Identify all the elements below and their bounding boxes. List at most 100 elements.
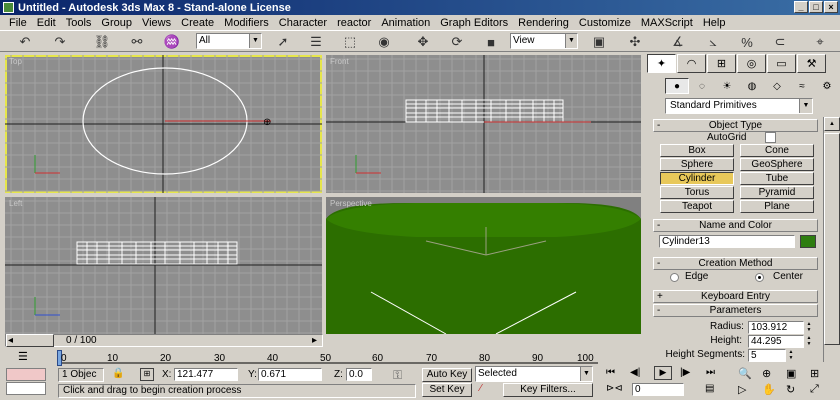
scroll-thumb[interactable] (824, 133, 840, 345)
geosphere-button[interactable]: GeoSphere (740, 158, 814, 171)
menu-graph-editors[interactable]: Graph Editors (435, 17, 513, 29)
pivot-center-icon[interactable]: ▣ (589, 33, 609, 51)
cameras-icon[interactable]: ◍ (740, 78, 764, 94)
menu-views[interactable]: Views (137, 17, 176, 29)
viewport-front[interactable]: Front (326, 55, 641, 193)
key-filters-button[interactable]: Key Filters... (503, 383, 593, 397)
menu-group[interactable]: Group (96, 17, 137, 29)
next-frame-button-icon[interactable]: |▶ (680, 367, 690, 378)
viewport-label[interactable]: Front (330, 57, 349, 66)
viewport-label[interactable]: Left (9, 199, 22, 208)
display-tab-icon[interactable]: ▭ (767, 54, 796, 73)
plane-button[interactable]: Plane (740, 200, 814, 213)
radius-field[interactable]: 103.912 (748, 321, 804, 334)
menu-modifiers[interactable]: Modifiers (219, 17, 274, 29)
teapot-button[interactable]: Teapot (660, 200, 734, 213)
menu-create[interactable]: Create (176, 17, 219, 29)
viewport-perspective[interactable]: Perspective (326, 197, 641, 334)
menu-reactor[interactable]: reactor (332, 17, 376, 29)
arc-rotate-icon[interactable]: ↻ (786, 383, 795, 396)
object-name-field[interactable]: Cylinder13 (659, 235, 795, 248)
field-of-view-icon[interactable]: ▷ (738, 383, 746, 396)
previous-frame-icon[interactable]: ◀| (630, 367, 640, 378)
zoom-all-icon[interactable]: ⊕ (762, 367, 771, 380)
absolute-mode-icon[interactable]: ⊞ (140, 368, 154, 381)
radius-spinner-icon[interactable]: ▲ ▼ (805, 321, 813, 334)
box-button[interactable]: Box (660, 144, 734, 157)
maximize-viewport-icon[interactable]: ⤢ (810, 383, 819, 396)
lights-icon[interactable]: ☀ (715, 78, 739, 94)
snaps-toggle-icon[interactable]: ∡ (668, 33, 688, 51)
time-configuration-icon[interactable]: ▤ (705, 383, 714, 394)
systems-icon[interactable]: ⚙ (815, 78, 839, 94)
z-coordinate-field[interactable]: 0.0 (346, 368, 372, 381)
select-and-move-icon[interactable]: ✥ (413, 33, 433, 51)
selection-filter-dropdown[interactable]: All ▼ (196, 33, 262, 49)
redo-icon[interactable]: ↷ (50, 33, 70, 51)
spinner-snap-icon[interactable]: ⊂ (770, 33, 790, 51)
select-and-scale-icon[interactable]: ■ (481, 33, 501, 51)
command-panel-scrollbar[interactable]: ▲ (823, 117, 840, 362)
time-slider-knob[interactable] (6, 334, 54, 347)
rect-selection-region-icon[interactable]: ⬚ (340, 33, 360, 51)
play-icon[interactable]: ▶ (654, 366, 672, 380)
named-selection-icon[interactable]: ⌖ (810, 33, 830, 51)
prev-frame-icon[interactable]: ◂ (8, 335, 13, 346)
menu-edit[interactable]: Edit (32, 17, 61, 29)
category-dropdown[interactable]: Standard Primitives ▼ (665, 98, 813, 114)
pyramid-button[interactable]: Pyramid (740, 186, 814, 199)
autogrid-checkbox[interactable] (765, 132, 776, 143)
viewport-label[interactable]: Top (9, 57, 22, 66)
motion-tab-icon[interactable]: ◎ (737, 54, 766, 73)
maxscript-listener[interactable] (6, 368, 46, 381)
tube-button[interactable]: Tube (740, 172, 814, 185)
select-and-manipulate-icon[interactable]: ✣ (625, 33, 645, 51)
utilities-tab-icon[interactable]: ⚒ (797, 54, 826, 73)
undo-icon[interactable]: ↶ (15, 33, 35, 51)
select-and-rotate-icon[interactable]: ⟳ (447, 33, 467, 51)
menu-character[interactable]: Character (274, 17, 332, 29)
close-button[interactable]: × (824, 1, 838, 13)
y-coordinate-field[interactable]: 0.671 (258, 368, 322, 381)
menu-help[interactable]: Help (698, 17, 731, 29)
creation-method-rollout[interactable]: - Creation Method (653, 257, 818, 270)
reference-coord-dropdown[interactable]: View ▼ (510, 33, 578, 49)
name-color-rollout[interactable]: - Name and Color (653, 219, 818, 232)
time-slider[interactable]: 0 / 100 ◂ ▸ (5, 334, 323, 347)
pan-icon[interactable]: ✋ (762, 383, 776, 396)
track-bar[interactable]: ☰ 0 10 20 30 40 50 60 70 80 90 100 (0, 348, 600, 368)
menu-maxscript[interactable]: MAXScript (636, 17, 698, 29)
shapes-icon[interactable]: ◌ (690, 78, 714, 94)
select-and-link-icon[interactable]: ⛓ (92, 33, 112, 51)
cylinder-button[interactable]: Cylinder (660, 172, 734, 185)
key-mode-toggle-icon[interactable]: ⊳⊲ (606, 383, 623, 394)
menu-tools[interactable]: Tools (61, 17, 97, 29)
x-coordinate-field[interactable]: 121.477 (174, 368, 238, 381)
bind-space-warp-icon[interactable]: ♒ (162, 33, 182, 51)
height-segments-field[interactable]: 5 (748, 349, 786, 362)
menu-customize[interactable]: Customize (574, 17, 636, 29)
viewport-label[interactable]: Perspective (330, 199, 372, 208)
height-segments-spinner-icon[interactable]: ▲ ▼ (787, 349, 795, 362)
select-object-icon[interactable]: ➚ (273, 33, 293, 51)
viewport-left[interactable]: Left (5, 197, 322, 334)
keyboard-entry-rollout[interactable]: + Keyboard Entry (653, 290, 818, 303)
cone-button[interactable]: Cone (740, 144, 814, 157)
zoom-extents-icon[interactable]: ▣ (786, 367, 796, 380)
go-to-start-icon[interactable]: ⏮ (606, 367, 615, 378)
go-to-end-icon[interactable]: ⏭ (706, 367, 715, 378)
key-mode-dropdown[interactable]: Selected ▼ (475, 366, 593, 382)
object-color-swatch[interactable] (800, 235, 816, 248)
space-warps-icon[interactable]: ≈ (790, 78, 814, 94)
hierarchy-tab-icon[interactable]: ⊞ (707, 54, 736, 73)
viewport-top[interactable]: ⊕ Top (5, 55, 322, 193)
maximize-button[interactable]: □ (809, 1, 823, 13)
next-frame-icon[interactable]: ▸ (312, 335, 317, 346)
height-spinner-icon[interactable]: ▲ ▼ (805, 335, 813, 348)
object-type-rollout[interactable]: - Object Type (653, 119, 818, 132)
set-key-button[interactable]: Set Key (422, 383, 472, 397)
edge-radio[interactable] (670, 273, 679, 282)
sphere-button[interactable]: Sphere (660, 158, 734, 171)
zoom-extents-all-icon[interactable]: ⊞ (810, 367, 819, 380)
scroll-up-icon[interactable]: ▲ (824, 117, 840, 131)
